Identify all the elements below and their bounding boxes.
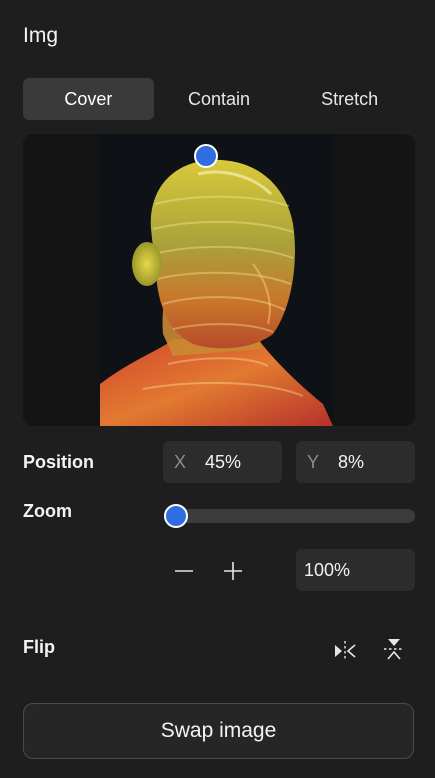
- flip-vertical-icon: [384, 639, 404, 660]
- zoom-slider[interactable]: [164, 509, 415, 523]
- flip-vertical-button[interactable]: [380, 635, 408, 663]
- image-settings-panel: Img Cover Contain Stretch Position X 45%…: [0, 0, 435, 778]
- image-preview: [23, 134, 415, 426]
- position-y-field[interactable]: Y 8%: [296, 441, 415, 483]
- preview-image: [23, 134, 415, 426]
- position-label: Position: [23, 452, 94, 472]
- flip-label: Flip: [23, 637, 55, 657]
- position-y-value: 8%: [338, 451, 365, 472]
- x-axis-label: X: [173, 451, 186, 472]
- zoom-slider-thumb[interactable]: [164, 504, 188, 528]
- panel-title: Img: [23, 24, 59, 47]
- zoom-out-button[interactable]: [171, 558, 197, 584]
- flip-horizontal-icon: [335, 641, 356, 661]
- swap-image-button[interactable]: Swap image: [23, 703, 414, 759]
- zoom-value-field[interactable]: 100%: [296, 549, 415, 591]
- fit-mode-cover[interactable]: Cover: [23, 78, 154, 120]
- plus-icon: [224, 562, 242, 580]
- zoom-value: 100%: [304, 559, 351, 580]
- position-x-field[interactable]: X 45%: [163, 441, 282, 483]
- y-axis-label: Y: [306, 451, 319, 472]
- fit-mode-selector: Cover Contain Stretch: [23, 78, 415, 120]
- fit-mode-contain[interactable]: Contain: [154, 78, 285, 120]
- zoom-label: Zoom: [23, 501, 72, 521]
- minus-icon: [175, 570, 193, 572]
- flip-horizontal-button[interactable]: [331, 637, 359, 665]
- focal-point-handle[interactable]: [194, 144, 218, 168]
- zoom-in-button[interactable]: [220, 558, 246, 584]
- fit-mode-stretch[interactable]: Stretch: [284, 78, 415, 120]
- position-x-value: 45%: [205, 451, 242, 472]
